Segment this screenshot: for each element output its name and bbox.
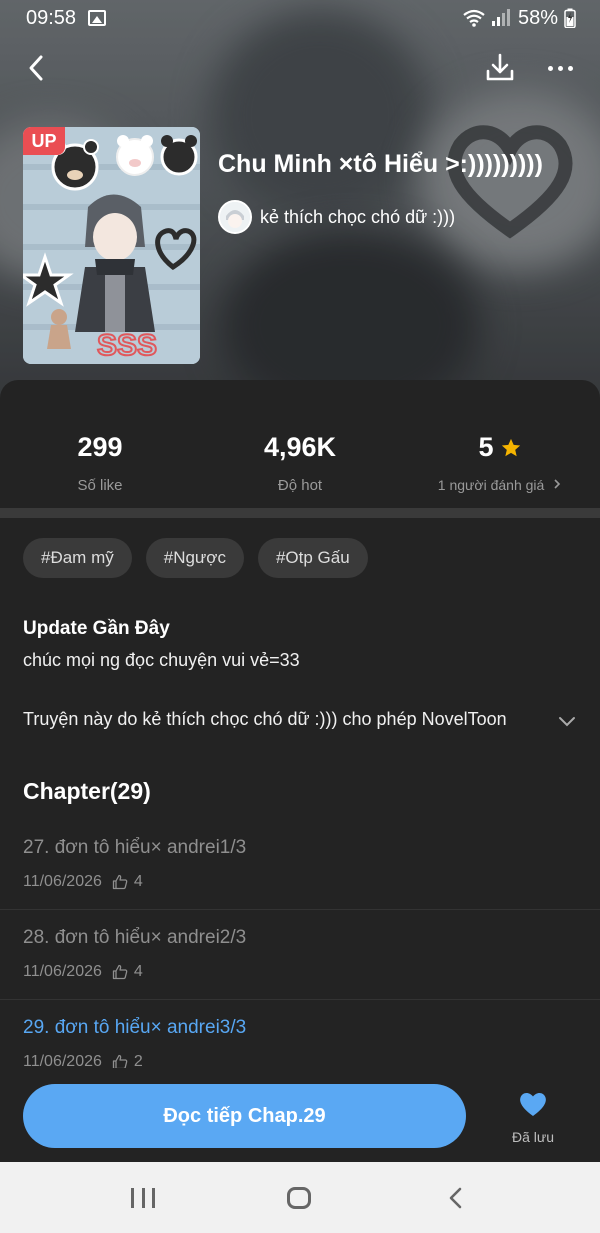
story-details-panel: 299 Số like 4,96K Độ hot 5 1 người đánh … [0,380,600,1162]
recent-apps-button[interactable] [131,1188,155,1208]
battery-percent: 58% [517,6,558,29]
stats-row: 299 Số like 4,96K Độ hot 5 1 người đánh … [0,380,600,508]
hot-count: 4,96K [263,432,337,462]
thumbs-up-icon [112,964,128,980]
download-button[interactable] [482,50,518,86]
chapter-likes: 4 [133,963,143,980]
chapter-list: 27. đơn tô hiểu× andrei1/3 11/06/2026 4 … [0,820,600,1090]
chapter-likes: 4 [133,873,143,890]
hot-stat: 4,96K Độ hot [200,432,400,494]
story-title: Chu Minh ×tô Hiểu >:))))))))) [218,150,543,178]
chapter-date: 11/06/2026 [23,963,102,980]
chevron-right-icon [554,479,561,489]
top-navigation [0,44,600,92]
chapter-title: 27. đơn tô hiểu× andrei1/3 [23,837,247,858]
back-button[interactable] [18,50,54,86]
likes-label: Số like [77,477,123,494]
likes-stat: 299 Số like [0,432,200,494]
section-divider [0,508,600,518]
thumbs-up-icon [112,874,128,890]
continue-reading-button[interactable]: Đọc tiếp Chap.29 [23,1084,466,1148]
chapter-item[interactable]: 28. đơn tô hiểu× andrei2/3 11/06/2026 4 [0,910,600,1000]
system-navigation-bar [0,1162,600,1233]
status-bar: 09:58 58% [0,0,600,36]
tag-nguoc[interactable]: #Ngược [145,538,244,578]
saved-label: Đã lưu [511,1129,555,1145]
saved-button[interactable]: Đã lưu [500,1090,566,1145]
more-options-button[interactable] [540,50,580,86]
likes-count: 299 [77,432,123,462]
avatar [218,200,252,234]
cover-artwork: SSS [23,127,200,364]
update-badge: UP [23,127,65,155]
bottom-action-bar: Đọc tiếp Chap.29 Đã lưu [0,1068,600,1162]
author-link[interactable]: kẻ thích chọc chó dữ :))) [218,200,455,234]
update-heading: Update Gần Đây [23,618,170,639]
chapter-date: 11/06/2026 [23,873,102,890]
update-text: chúc mọi ng đọc chuyện vui vẻ=33 [23,650,300,670]
author-avatar-image [220,202,250,232]
chapters-heading: Chapter(29) [23,778,151,804]
chapter-title: 28. đơn tô hiểu× andrei2/3 [23,927,247,948]
tag-otp-gau[interactable]: #Otp Gấu [257,538,368,578]
gallery-icon [88,10,107,26]
more-horizontal-icon [547,65,553,71]
system-back-button[interactable] [446,1186,466,1210]
hot-label: Độ hot [277,477,323,494]
battery-charging-icon [564,8,576,28]
signal-icon [491,9,510,26]
heart-icon [520,1093,546,1116]
chapter-title: 29. đơn tô hiểu× andrei3/3 [23,1017,247,1038]
status-time: 09:58 [26,6,77,29]
expand-description-button[interactable] [554,708,580,734]
rating-value: 5 [478,432,494,462]
tag-dam-my[interactable]: #Đam mỹ [23,538,132,578]
download-icon [486,53,514,81]
recents-icon [131,1188,134,1208]
wifi-icon [463,9,485,27]
chevron-down-icon [559,717,575,727]
chevron-left-icon [29,55,43,81]
home-button[interactable] [287,1187,311,1209]
svg-text:SSS: SSS [97,329,157,362]
author-name: kẻ thích chọc chó dữ :))) [260,206,456,227]
chapter-item[interactable]: 27. đơn tô hiểu× andrei1/3 11/06/2026 4 [0,820,600,910]
rating-count-label: 1 người đánh giá [437,477,545,493]
rating-stat[interactable]: 5 1 người đánh giá [400,432,600,493]
story-description[interactable]: Truyện này do kẻ thích chọc chó dữ :))) … [23,709,553,730]
story-cover-image[interactable]: SSS UP [23,127,200,364]
star-icon [501,438,520,456]
tag-list: #Đam mỹ #Ngược #Otp Gấu [23,538,368,578]
